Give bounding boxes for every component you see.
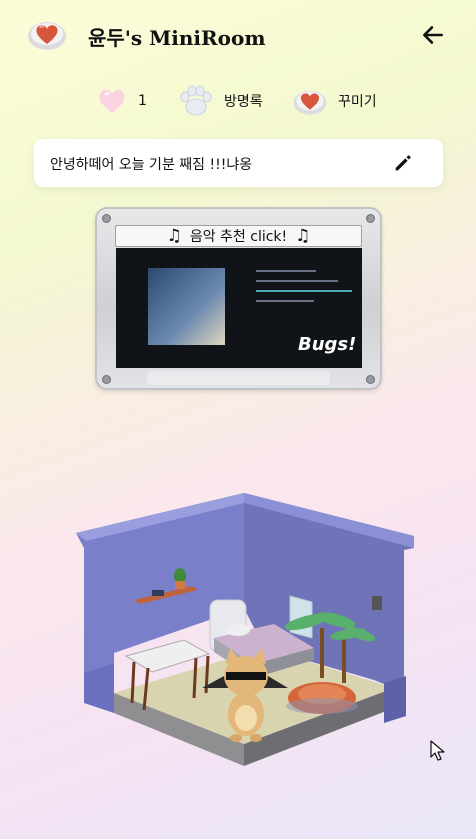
heart-icon [99, 89, 125, 113]
music-note-icon: ♫ [295, 226, 311, 246]
album-thumbnail [148, 268, 225, 345]
music-cassette-player[interactable]: ♫ 음악 추천 click! ♫ Bugs! [95, 207, 382, 390]
guestbook-label: 방명록 [224, 94, 263, 110]
status-message: 안녕하떼어 오늘 기분 째짐 !!!냐옹 [50, 157, 253, 173]
page-title: 윤두's MiniRoom [88, 26, 266, 50]
like-count: 1 [138, 93, 147, 109]
status-message-card: 안녕하떼어 오늘 기분 째짐 !!!냐옹 [34, 139, 443, 187]
stats-bar: 1 방명록 꾸미기 [0, 84, 476, 118]
like-button[interactable]: 1 [96, 84, 147, 118]
music-label-text: 음악 추천 click! [189, 229, 288, 245]
mouse-cursor-icon [430, 740, 445, 761]
bugs-logo: Bugs! [298, 334, 357, 355]
mini-room[interactable] [74, 488, 420, 788]
paw-icon [180, 85, 212, 116]
video-caption-lines [256, 270, 356, 310]
music-video-embed[interactable]: Bugs! [116, 248, 362, 368]
music-label: ♫ 음악 추천 click! ♫ [115, 225, 362, 247]
screw [366, 375, 375, 384]
pencil-icon[interactable] [392, 152, 414, 174]
guestbook-button[interactable]: 방명록 [178, 84, 263, 118]
arrow-left-icon[interactable] [420, 22, 446, 48]
heart-cushion-icon [293, 90, 327, 115]
music-note-icon: ♫ [166, 226, 182, 246]
screw [102, 214, 111, 223]
cassette-window [147, 371, 330, 385]
decorate-button[interactable]: 꾸미기 [292, 84, 377, 118]
decorate-label: 꾸미기 [338, 94, 377, 110]
screw [102, 375, 111, 384]
screw [366, 214, 375, 223]
header: 윤두's MiniRoom [0, 0, 476, 72]
heart-cushion-icon [28, 22, 66, 50]
